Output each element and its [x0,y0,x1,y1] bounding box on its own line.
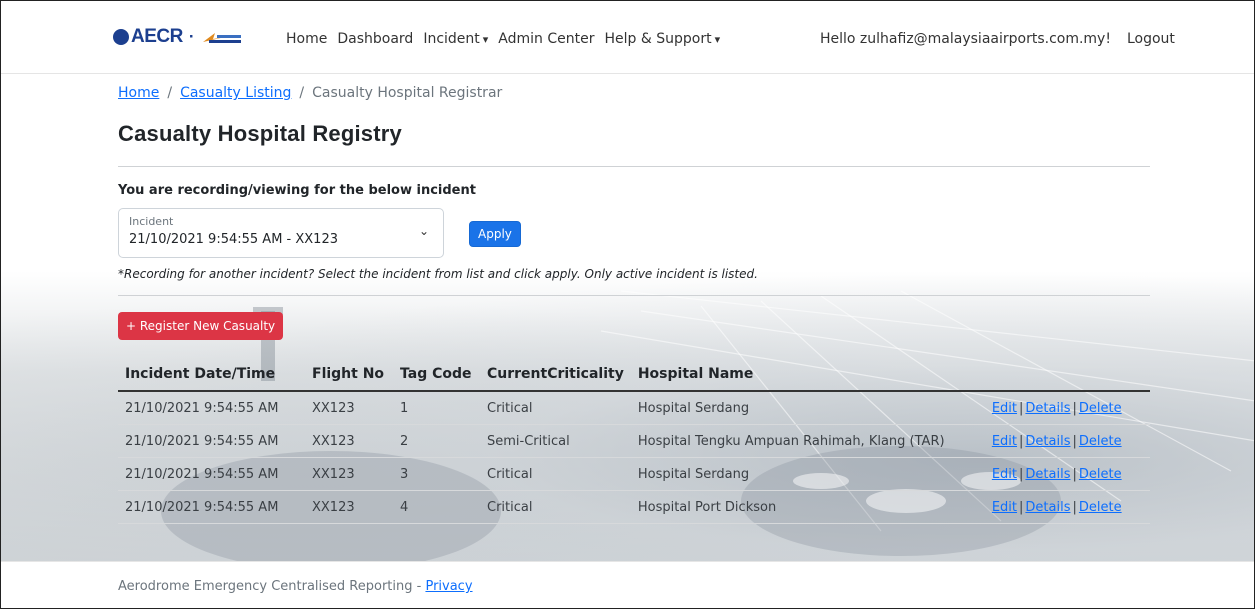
action-separator: | [1019,500,1024,515]
table-header-row: Incident Date/Time Flight No Tag Code Cu… [118,358,1150,392]
table-row: 21/10/2021 9:54:55 AM XX123 4 Critical H… [118,490,1150,524]
cell-datetime: 21/10/2021 9:54:55 AM [118,490,305,524]
brand-separator: · [188,27,195,46]
row-actions: Edit | Details | Delete [984,457,1150,491]
cell-criticality: Critical [480,490,631,524]
incident-select[interactable]: Incident 21/10/2021 9:54:55 AM - XX123 ⌄ [118,208,444,258]
footer: Aerodrome Emergency Centralised Reportin… [1,561,1254,608]
nav-incident-dropdown[interactable]: Incident [423,31,488,47]
cell-criticality: Critical [480,457,631,491]
cell-criticality: Critical [480,391,631,425]
cell-tag: 1 [393,391,480,425]
details-link[interactable]: Details [1025,467,1070,482]
delete-link[interactable]: Delete [1079,500,1122,515]
app-window: AECR · Home Dashboard Incident Admin Cen… [0,0,1255,609]
table-row: 21/10/2021 9:54:55 AM XX123 3 Critical H… [118,457,1150,491]
edit-link[interactable]: Edit [992,500,1017,515]
action-separator: | [1072,467,1077,482]
action-separator: | [1072,401,1077,416]
user-area: Hello zulhafiz@malaysiaairports.com.my! … [820,31,1175,47]
register-new-casualty-button[interactable]: + Register New Casualty [118,312,284,340]
divider [118,295,1150,296]
privacy-link[interactable]: Privacy [425,579,472,594]
nav-home[interactable]: Home [286,31,327,47]
cell-flight: XX123 [305,457,393,491]
cell-tag: 2 [393,424,480,458]
user-greeting[interactable]: Hello zulhafiz@malaysiaairports.com.my! [820,31,1111,47]
delete-link[interactable]: Delete [1079,401,1122,416]
cell-hospital: Hospital Serdang [630,457,985,491]
details-link[interactable]: Details [1025,401,1070,416]
edit-link[interactable]: Edit [992,434,1017,449]
brand-name: AECR [131,26,183,47]
cell-flight: XX123 [305,490,393,524]
nav-help-support-dropdown[interactable]: Help & Support [605,31,721,47]
incident-select-label: Incident [129,215,174,228]
breadcrumb-separator: / [167,85,173,101]
divider [118,166,1150,167]
cell-flight: XX123 [305,391,393,425]
table-row: 21/10/2021 9:54:55 AM XX123 1 Critical H… [118,391,1150,425]
breadcrumb-home[interactable]: Home [118,85,159,101]
main-nav: Home Dashboard Incident Admin Center Hel… [286,31,730,47]
delete-link[interactable]: Delete [1079,467,1122,482]
header-current-criticality[interactable]: CurrentCriticality [480,358,631,392]
logout-link[interactable]: Logout [1127,31,1175,47]
incident-selector-row: Incident 21/10/2021 9:54:55 AM - XX123 ⌄… [118,208,1150,258]
delete-link[interactable]: Delete [1079,434,1122,449]
main-content: Home / Casualty Listing / Casualty Hospi… [118,73,1150,524]
action-separator: | [1019,467,1024,482]
casualty-table: Incident Date/Time Flight No Tag Code Cu… [118,358,1150,524]
cell-hospital: Hospital Serdang [630,391,985,425]
cell-datetime: 21/10/2021 9:54:55 AM [118,424,305,458]
row-actions: Edit | Details | Delete [984,391,1150,425]
cell-tag: 3 [393,457,480,491]
row-actions: Edit | Details | Delete [984,490,1150,524]
header-actions [984,358,1150,392]
incident-hint: *Recording for another incident? Select … [118,267,758,281]
header-tag-code[interactable]: Tag Code [393,358,480,392]
breadcrumb-current: Casualty Hospital Registrar [312,85,503,101]
edit-link[interactable]: Edit [992,401,1017,416]
top-navbar: AECR · Home Dashboard Incident Admin Cen… [1,1,1254,74]
footer-caption: Aerodrome Emergency Centralised Reportin… [118,579,426,594]
details-link[interactable]: Details [1025,500,1070,515]
breadcrumb-separator: / [299,85,305,101]
nav-admin-center[interactable]: Admin Center [498,31,594,47]
incident-select-value: 21/10/2021 9:54:55 AM - XX123 [129,232,338,247]
breadcrumb-casualty-listing[interactable]: Casualty Listing [180,85,291,101]
page-title: Casualty Hospital Registry [118,121,402,146]
action-separator: | [1019,434,1024,449]
edit-link[interactable]: Edit [992,467,1017,482]
cell-hospital: Hospital Tengku Ampuan Rahimah, Klang (T… [630,424,985,458]
apply-button[interactable]: Apply [469,221,521,247]
cell-flight: XX123 [305,424,393,458]
recording-label: You are recording/viewing for the below … [118,183,476,198]
brand-logo[interactable]: AECR · [113,26,243,48]
chevron-down-icon: ⌄ [418,224,429,238]
nav-dashboard[interactable]: Dashboard [337,31,413,47]
header-incident-datetime[interactable]: Incident Date/Time [118,358,305,392]
header-hospital-name[interactable]: Hospital Name [630,358,985,392]
malaysia-airports-logo-icon [201,30,243,44]
row-actions: Edit | Details | Delete [984,424,1150,458]
details-link[interactable]: Details [1025,434,1070,449]
table-row: 21/10/2021 9:54:55 AM XX123 2 Semi-Criti… [118,424,1150,458]
action-separator: | [1072,434,1077,449]
cell-tag: 4 [393,490,480,524]
brand-dot-icon [113,29,129,45]
action-separator: | [1019,401,1024,416]
cell-datetime: 21/10/2021 9:54:55 AM [118,457,305,491]
action-separator: | [1072,500,1077,515]
cell-datetime: 21/10/2021 9:54:55 AM [118,391,305,425]
footer-text: Aerodrome Emergency Centralised Reportin… [118,579,473,594]
cell-criticality: Semi-Critical [480,424,631,458]
breadcrumb: Home / Casualty Listing / Casualty Hospi… [118,85,1150,101]
cell-hospital: Hospital Port Dickson [630,490,985,524]
header-flight-no[interactable]: Flight No [305,358,393,392]
